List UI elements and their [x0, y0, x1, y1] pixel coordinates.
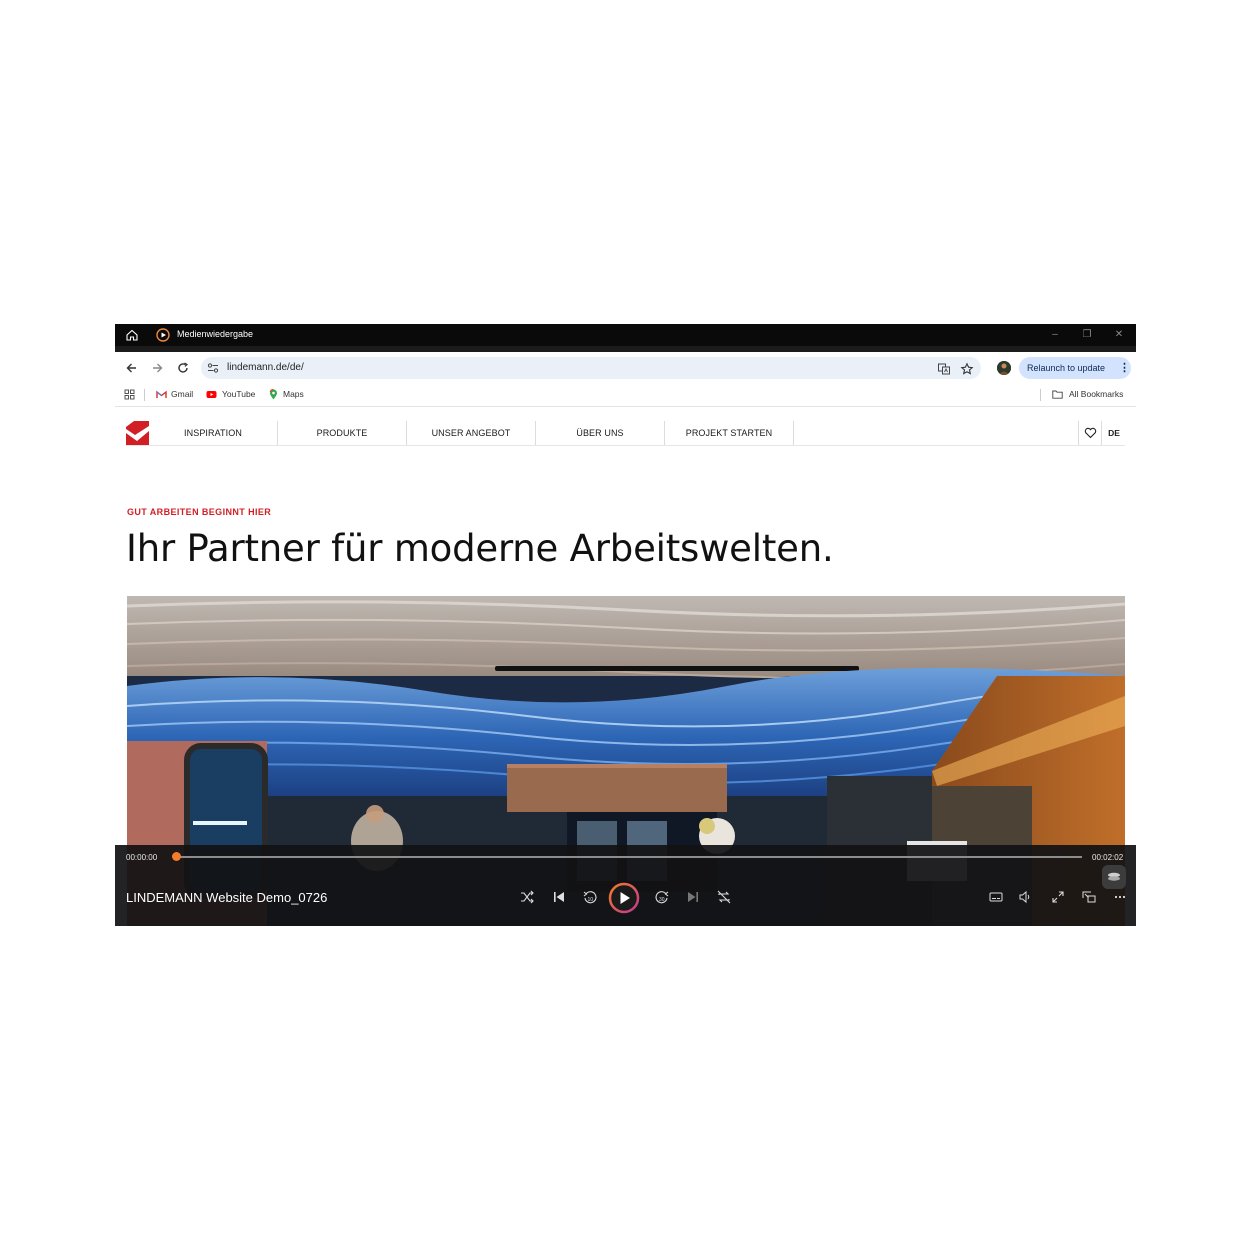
rewind-10-icon[interactable]: 10 [582, 889, 598, 905]
svg-text:30: 30 [659, 897, 665, 903]
playlist-button[interactable] [1102, 865, 1126, 889]
reload-icon[interactable] [174, 359, 192, 377]
relaunch-update-button[interactable]: Relaunch to update ⋮ [1019, 357, 1131, 379]
restore-button[interactable]: ❐ [1079, 327, 1095, 343]
maps-icon[interactable] [268, 389, 279, 400]
nav-unser-angebot[interactable]: UNSER ANGEBOT [407, 421, 536, 445]
bookmarks-right-divider [1040, 389, 1041, 401]
home-icon[interactable] [125, 328, 139, 342]
url-text: lindemann.de/de/ [227, 362, 304, 373]
current-time: 00:00:00 [126, 853, 158, 862]
media-player-app-icon [156, 328, 170, 342]
video-title: LINDEMANN Website Demo_0726 [126, 890, 328, 905]
bookmarks-bar: Gmail YouTube Maps All Bookmarks [115, 384, 1136, 407]
next-icon[interactable] [685, 889, 701, 905]
title-bar: Medienwiedergabe – ❐ ✕ [115, 324, 1136, 346]
forward-30-icon[interactable]: 30 [654, 889, 670, 905]
gmail-icon[interactable] [156, 389, 167, 400]
more-vert-icon[interactable]: ⋮ [1119, 361, 1130, 374]
wishlist-button[interactable] [1078, 421, 1102, 445]
apps-grid-icon[interactable] [124, 389, 135, 400]
profile-avatar[interactable] [997, 361, 1011, 375]
bookmark-star-icon[interactable] [960, 362, 974, 376]
browser-toolbar: lindemann.de/de/ Relaunch to update ⋮ [115, 352, 1136, 384]
media-controls: 00:00:00 00:02:02 LINDEMANN Website Demo… [115, 845, 1136, 926]
mini-player-icon[interactable] [1081, 889, 1097, 905]
shuffle-icon[interactable] [519, 889, 535, 905]
youtube-icon[interactable] [206, 389, 217, 400]
lindemann-logo[interactable] [126, 421, 149, 445]
site-navigation: INSPIRATION PRODUKTE UNSER ANGEBOT ÜBER … [126, 421, 1125, 446]
all-bookmarks[interactable]: All Bookmarks [1069, 389, 1123, 399]
close-button[interactable]: ✕ [1111, 327, 1127, 343]
previous-icon[interactable] [551, 889, 567, 905]
nav-inspiration[interactable]: INSPIRATION [149, 421, 278, 445]
fullscreen-icon[interactable] [1050, 889, 1066, 905]
more-options-icon[interactable] [1112, 889, 1128, 905]
relaunch-label: Relaunch to update [1027, 363, 1106, 373]
heart-icon [1084, 427, 1097, 439]
stack-icon [1108, 872, 1120, 881]
nav-produkte[interactable]: PRODUKTE [278, 421, 407, 445]
seek-bar[interactable] [176, 856, 1082, 858]
bookmark-gmail[interactable]: Gmail [171, 389, 193, 399]
back-arrow-icon[interactable] [123, 359, 141, 377]
bookmarks-divider [144, 389, 145, 401]
hero-eyebrow: GUT ARBEITEN BEGINNT HIER [127, 507, 272, 517]
seek-handle[interactable] [172, 852, 181, 861]
subtitles-icon[interactable] [988, 889, 1004, 905]
svg-text:10: 10 [588, 897, 594, 903]
nav-projekt-starten[interactable]: PROJEKT STARTEN [665, 421, 794, 445]
hero-headline: Ihr Partner für moderne Arbeitswelten. [126, 527, 834, 570]
bookmark-maps[interactable]: Maps [283, 389, 304, 399]
repeat-off-icon[interactable] [716, 889, 732, 905]
minimize-button[interactable]: – [1047, 327, 1063, 343]
site-settings-icon[interactable] [207, 362, 219, 374]
play-icon [608, 882, 640, 914]
folder-icon[interactable] [1052, 389, 1063, 400]
media-player-window: Medienwiedergabe – ❐ ✕ lindemann.de/de/ [115, 324, 1136, 926]
nav-ueber-uns[interactable]: ÜBER UNS [536, 421, 665, 445]
language-switcher[interactable]: DE [1101, 421, 1126, 445]
translate-icon[interactable] [937, 362, 951, 376]
bookmark-youtube[interactable]: YouTube [222, 389, 255, 399]
volume-icon[interactable] [1017, 889, 1033, 905]
forward-arrow-icon[interactable] [148, 359, 166, 377]
play-button[interactable] [608, 882, 640, 914]
window-title: Medienwiedergabe [177, 329, 254, 339]
address-bar[interactable]: lindemann.de/de/ [201, 357, 981, 379]
duration-time: 00:02:02 [1092, 853, 1124, 862]
